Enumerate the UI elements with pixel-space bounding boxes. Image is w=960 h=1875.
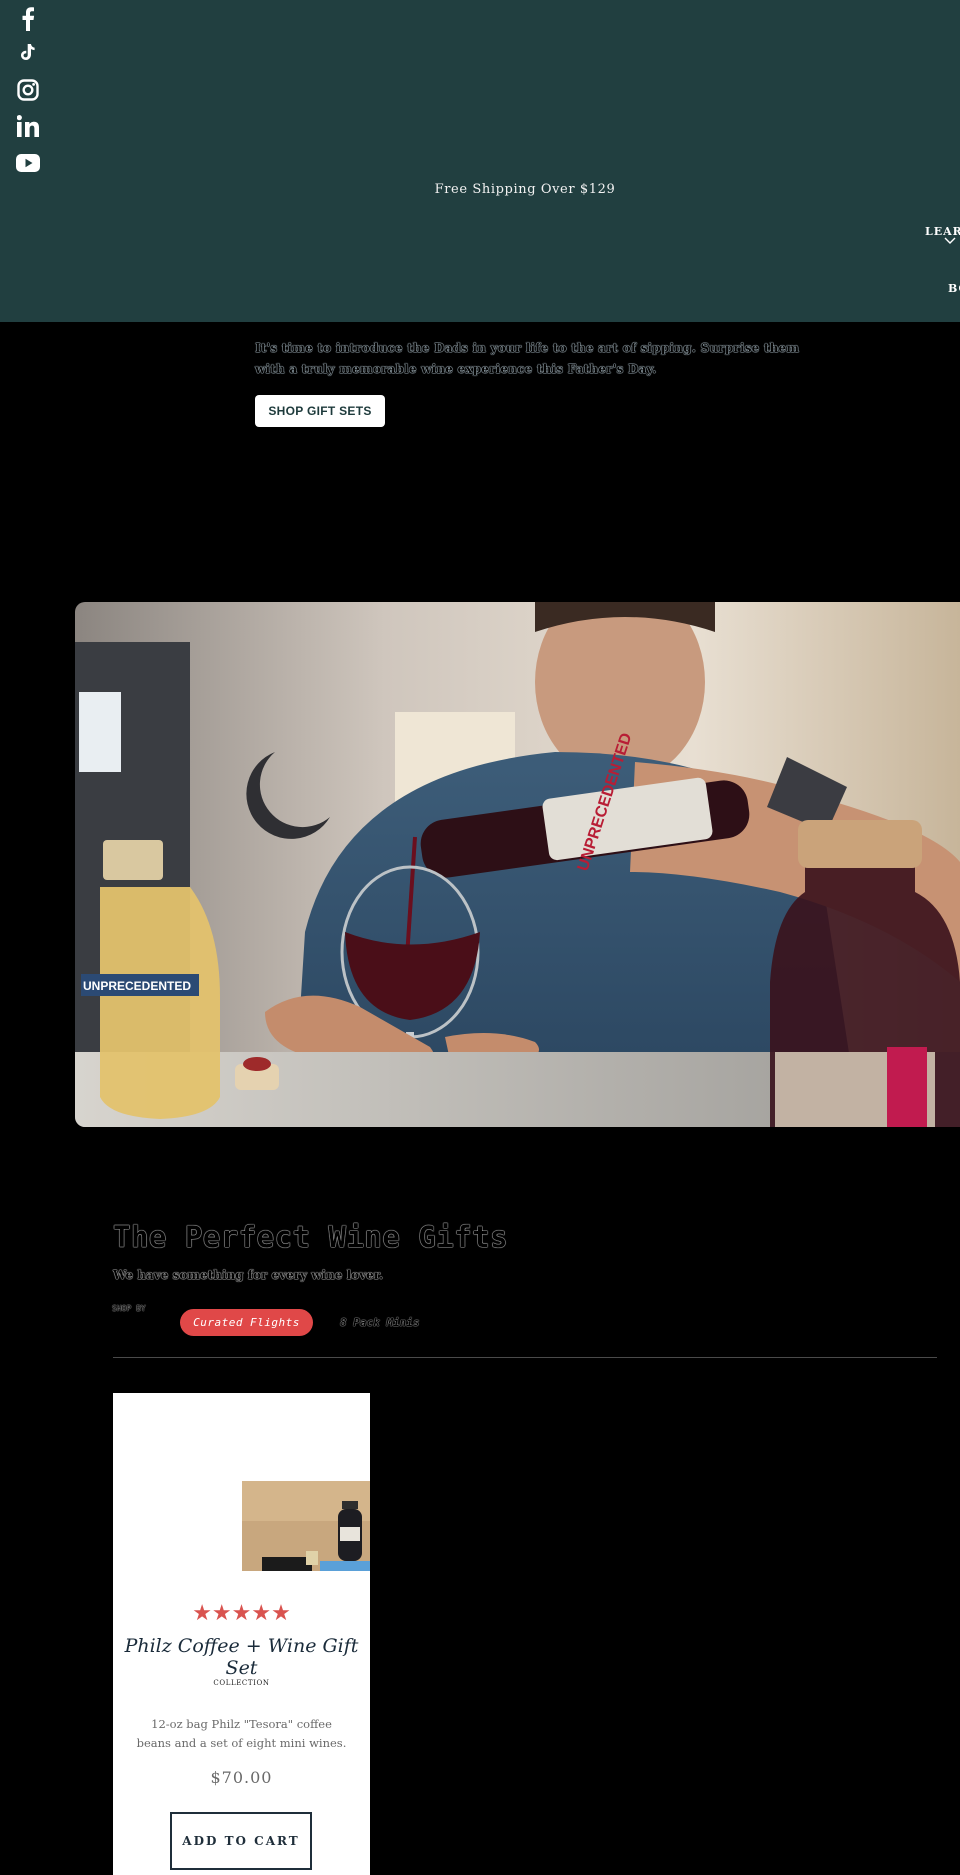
shop-gift-sets-button[interactable]: SHOP GIFT SETS xyxy=(255,395,385,427)
linkedin-icon[interactable] xyxy=(16,114,40,138)
instagram-icon[interactable] xyxy=(16,78,40,102)
product-title[interactable]: Philz Coffee + Wine Gift Set xyxy=(113,1635,370,1679)
section-subtitle: We have something for every wine lover. xyxy=(113,1268,384,1282)
product-image[interactable] xyxy=(242,1481,370,1571)
product-description: 12-oz bag Philz "Tesora" coffee beans an… xyxy=(136,1717,347,1750)
filter-label: SHOP BY xyxy=(112,1304,146,1313)
filter-curated-flights[interactable]: Curated Flights xyxy=(180,1309,313,1336)
hero-text: It's time to introduce the Dads in your … xyxy=(255,341,800,376)
youtube-icon[interactable] xyxy=(16,151,40,175)
product-card[interactable]: ★★★★★ Philz Coffee + Wine Gift Set COLLE… xyxy=(113,1393,370,1875)
product-collection: COLLECTION xyxy=(213,1679,270,1687)
chevron-down-icon[interactable] xyxy=(944,236,956,246)
add-to-cart-button[interactable]: ADD TO CART xyxy=(170,1812,312,1870)
section-title: The Perfect Wine Gifts xyxy=(113,1220,509,1254)
bottle-label-text: UNPRECEDENTED xyxy=(83,979,191,993)
star-icons: ★★★★★ xyxy=(192,1601,291,1626)
top-banner: Free Shipping Over $129 LEARN BO xyxy=(0,0,960,322)
rating-stars: ★★★★★ xyxy=(113,1603,370,1625)
announcement-text: Free Shipping Over $129 xyxy=(434,182,616,197)
filter-8-pack-minis[interactable]: 8 Pack Minis xyxy=(330,1309,429,1336)
product-price: $70.00 xyxy=(210,1768,273,1787)
divider xyxy=(113,1357,937,1358)
tiktok-icon[interactable] xyxy=(16,40,40,64)
facebook-icon[interactable] xyxy=(16,7,40,31)
man-pouring-wine-photo: UNPRECEDENTED UNPRECEDENTED xyxy=(75,602,960,1127)
nav-bo-link[interactable]: BO xyxy=(948,282,960,295)
